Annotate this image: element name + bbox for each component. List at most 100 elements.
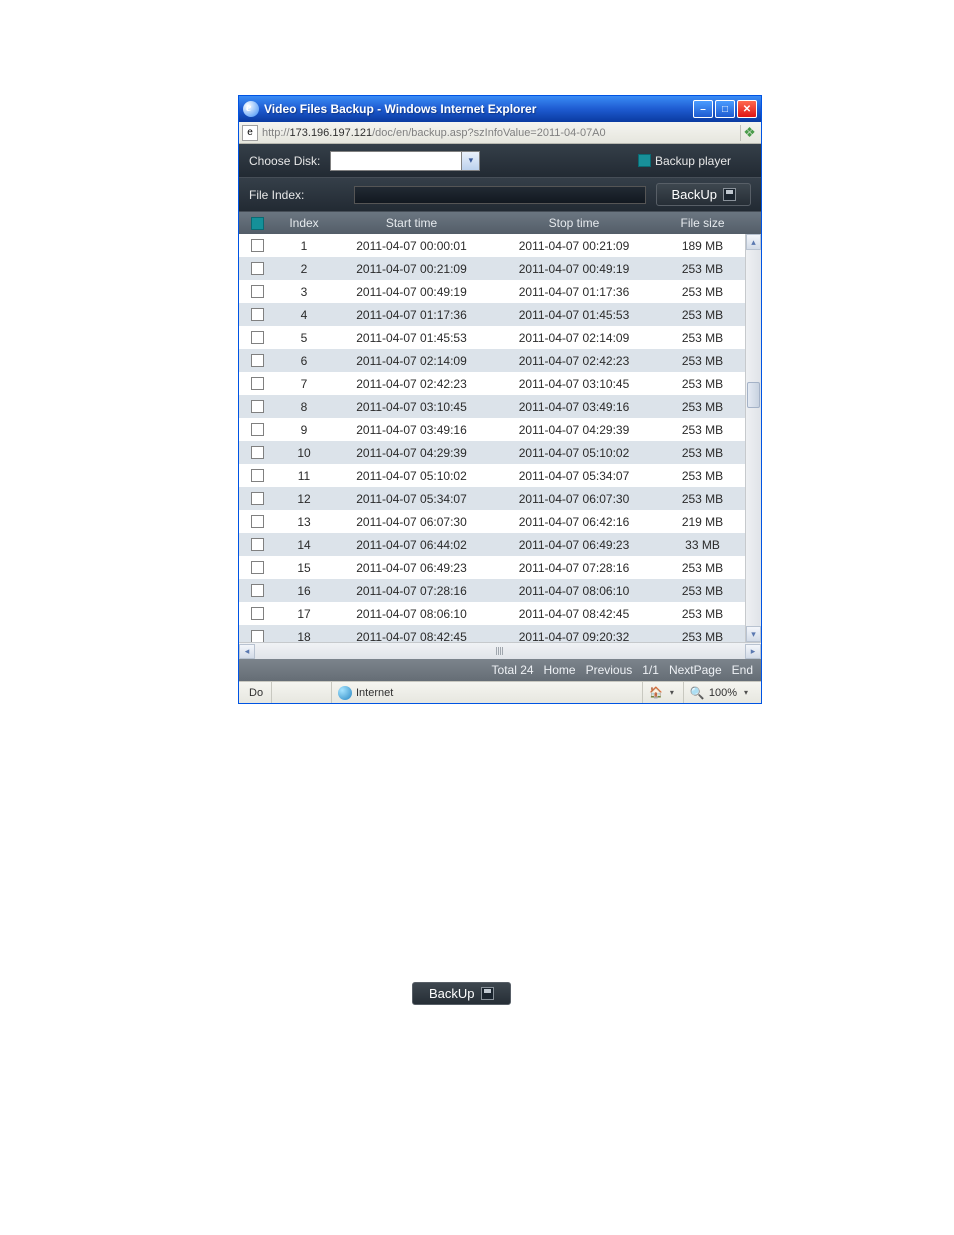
cell-index: 10 — [279, 446, 329, 460]
row-checkbox[interactable] — [251, 538, 264, 551]
pager-next[interactable]: NextPage — [669, 663, 722, 677]
cell-start: 2011-04-07 08:06:10 — [329, 607, 494, 621]
table-body: 12011-04-07 00:00:012011-04-07 00:21:091… — [239, 234, 761, 642]
cell-start: 2011-04-07 06:07:30 — [329, 515, 494, 529]
table-row[interactable]: 92011-04-07 03:49:162011-04-07 04:29:392… — [239, 418, 761, 441]
chevron-down-icon[interactable]: ▾ — [741, 688, 751, 697]
file-index-input[interactable] — [354, 186, 646, 204]
table-row[interactable]: 82011-04-07 03:10:452011-04-07 03:49:162… — [239, 395, 761, 418]
close-button[interactable]: ✕ — [737, 100, 757, 118]
cell-stop: 2011-04-07 02:42:23 — [494, 354, 654, 368]
status-bar: Do Internet 🏠▾ 🔍 100% ▾ — [239, 681, 761, 703]
col-stop: Stop time — [494, 216, 654, 230]
row-checkbox[interactable] — [251, 239, 264, 252]
select-all-checkbox[interactable] — [251, 217, 264, 230]
compat-icon[interactable]: ❖ — [740, 125, 758, 141]
table-header: Index Start time Stop time File size — [239, 212, 761, 234]
cell-index: 1 — [279, 239, 329, 253]
row-checkbox[interactable] — [251, 308, 264, 321]
cell-start: 2011-04-07 04:29:39 — [329, 446, 494, 460]
row-checkbox[interactable] — [251, 262, 264, 275]
row-checkbox[interactable] — [251, 630, 264, 642]
row-checkbox[interactable] — [251, 607, 264, 620]
horizontal-scrollbar[interactable]: ◂ ▸ — [239, 642, 761, 659]
row-checkbox[interactable] — [251, 469, 264, 482]
cell-start: 2011-04-07 06:49:23 — [329, 561, 494, 575]
table-row[interactable]: 132011-04-07 06:07:302011-04-07 06:42:16… — [239, 510, 761, 533]
table-row[interactable]: 102011-04-07 04:29:392011-04-07 05:10:02… — [239, 441, 761, 464]
pager-end[interactable]: End — [732, 663, 753, 677]
shield-icon: 🏠 — [649, 686, 663, 699]
table-row[interactable]: 32011-04-07 00:49:192011-04-07 01:17:362… — [239, 280, 761, 303]
cell-index: 14 — [279, 538, 329, 552]
cell-start: 2011-04-07 03:10:45 — [329, 400, 494, 414]
table-row[interactable]: 142011-04-07 06:44:022011-04-07 06:49:23… — [239, 533, 761, 556]
save-icon — [723, 188, 736, 201]
row-checkbox[interactable] — [251, 400, 264, 413]
row-checkbox[interactable] — [251, 561, 264, 574]
cell-start: 2011-04-07 06:44:02 — [329, 538, 494, 552]
cell-start: 2011-04-07 03:49:16 — [329, 423, 494, 437]
cell-stop: 2011-04-07 05:34:07 — [494, 469, 654, 483]
maximize-button[interactable]: □ — [715, 100, 735, 118]
scroll-left-icon[interactable]: ◂ — [239, 644, 255, 659]
backup-button-standalone[interactable]: BackUp — [412, 982, 511, 1005]
table-row[interactable]: 62011-04-07 02:14:092011-04-07 02:42:232… — [239, 349, 761, 372]
cell-index: 17 — [279, 607, 329, 621]
row-checkbox[interactable] — [251, 423, 264, 436]
table-row[interactable]: 112011-04-07 05:10:022011-04-07 05:34:07… — [239, 464, 761, 487]
table-row[interactable]: 172011-04-07 08:06:102011-04-07 08:42:45… — [239, 602, 761, 625]
scroll-up-icon[interactable]: ▴ — [746, 234, 761, 250]
cell-stop: 2011-04-07 06:49:23 — [494, 538, 654, 552]
row-checkbox[interactable] — [251, 584, 264, 597]
protected-mode[interactable]: 🏠▾ — [642, 682, 683, 703]
backup-player-checkbox[interactable]: Backup player — [638, 154, 731, 168]
table-row[interactable]: 52011-04-07 01:45:532011-04-07 02:14:092… — [239, 326, 761, 349]
row-checkbox[interactable] — [251, 515, 264, 528]
table-row[interactable]: 22011-04-07 00:21:092011-04-07 00:49:192… — [239, 257, 761, 280]
backup-button[interactable]: BackUp — [656, 183, 751, 206]
window-title: Video Files Backup - Windows Internet Ex… — [264, 102, 693, 116]
table-row[interactable]: 42011-04-07 01:17:362011-04-07 01:45:532… — [239, 303, 761, 326]
globe-icon — [338, 686, 352, 700]
cell-start: 2011-04-07 00:49:19 — [329, 285, 494, 299]
row-checkbox[interactable] — [251, 377, 264, 390]
address-bar[interactable]: e http://173.196.197.121/doc/en/backup.a… — [239, 122, 761, 144]
cell-stop: 2011-04-07 09:20:32 — [494, 630, 654, 643]
pager-page: 1/1 — [642, 663, 659, 677]
cell-stop: 2011-04-07 01:17:36 — [494, 285, 654, 299]
scroll-right-icon[interactable]: ▸ — [745, 644, 761, 659]
scroll-thumb[interactable] — [747, 382, 760, 408]
table-row[interactable]: 182011-04-07 08:42:452011-04-07 09:20:32… — [239, 625, 761, 642]
table-row[interactable]: 122011-04-07 05:34:072011-04-07 06:07:30… — [239, 487, 761, 510]
table-row[interactable]: 12011-04-07 00:00:012011-04-07 00:21:091… — [239, 234, 761, 257]
row-checkbox[interactable] — [251, 446, 264, 459]
titlebar[interactable]: Video Files Backup - Windows Internet Ex… — [239, 96, 761, 122]
cell-index: 15 — [279, 561, 329, 575]
page-icon: e — [242, 125, 258, 141]
pager-previous[interactable]: Previous — [586, 663, 633, 677]
minimize-button[interactable]: – — [693, 100, 713, 118]
table-row[interactable]: 72011-04-07 02:42:232011-04-07 03:10:452… — [239, 372, 761, 395]
cell-start: 2011-04-07 01:17:36 — [329, 308, 494, 322]
browser-window: Video Files Backup - Windows Internet Ex… — [238, 95, 762, 704]
checkbox-icon[interactable] — [638, 154, 651, 167]
vertical-scrollbar[interactable]: ▴ ▾ — [745, 234, 761, 642]
table-row[interactable]: 162011-04-07 07:28:162011-04-07 08:06:10… — [239, 579, 761, 602]
zoom-level[interactable]: 🔍 100% ▾ — [683, 682, 757, 703]
chevron-down-icon[interactable]: ▾ — [461, 152, 479, 170]
row-checkbox[interactable] — [251, 354, 264, 367]
status-done: Do — [243, 682, 271, 703]
cell-index: 6 — [279, 354, 329, 368]
ie-icon — [243, 101, 259, 117]
row-checkbox[interactable] — [251, 492, 264, 505]
scroll-down-icon[interactable]: ▾ — [746, 626, 761, 642]
pager-home[interactable]: Home — [544, 663, 576, 677]
choose-disk-label: Choose Disk: — [249, 154, 320, 168]
disk-select[interactable]: ▾ — [330, 151, 480, 171]
row-checkbox[interactable] — [251, 331, 264, 344]
table-row[interactable]: 152011-04-07 06:49:232011-04-07 07:28:16… — [239, 556, 761, 579]
cell-index: 12 — [279, 492, 329, 506]
row-checkbox[interactable] — [251, 285, 264, 298]
cell-stop: 2011-04-07 03:49:16 — [494, 400, 654, 414]
